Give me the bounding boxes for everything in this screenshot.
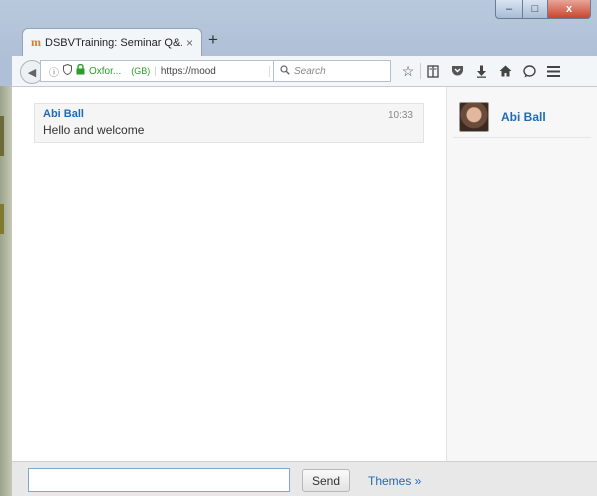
- chat-message: Abi Ball 10:33 Hello and welcome: [34, 103, 424, 143]
- edge-mark: [0, 116, 4, 156]
- message-author[interactable]: Abi Ball: [43, 108, 415, 120]
- background-window-edge: [0, 86, 12, 496]
- user-name[interactable]: Abi Ball: [501, 110, 546, 124]
- search-placeholder: Search: [294, 65, 326, 77]
- navigation-bar: ◀ ⓘ Oxfor... (GB) | https://mood C Searc…: [12, 56, 597, 87]
- search-icon: [280, 64, 290, 78]
- reading-list-icon[interactable]: [421, 60, 445, 82]
- info-icon[interactable]: ⓘ: [49, 64, 59, 79]
- chat-messages-area: Abi Ball 10:33 Hello and welcome: [12, 87, 446, 461]
- back-arrow-icon: ◀: [27, 66, 37, 79]
- lock-icon[interactable]: [76, 63, 85, 78]
- url-bar[interactable]: ⓘ Oxfor... (GB) | https://mood C: [40, 60, 290, 82]
- edge-mark: [0, 204, 4, 234]
- star-icon[interactable]: ☆: [396, 60, 420, 82]
- site-country: (GB): [131, 66, 151, 76]
- tab-title: DSBVTraining: Seminar Q&...: [45, 36, 182, 49]
- menu-icon[interactable]: [541, 60, 565, 82]
- message-input[interactable]: [28, 468, 290, 492]
- users-panel: Abi Ball: [447, 87, 597, 461]
- toolbar-icons: ☆: [396, 60, 565, 82]
- download-icon[interactable]: [469, 60, 493, 82]
- window-controls: – □ x: [495, 0, 591, 19]
- browser-window: – □ x m DSBVTraining: Seminar Q&... × + …: [0, 0, 597, 496]
- close-tab-icon[interactable]: ×: [186, 36, 193, 50]
- message-text: Hello and welcome: [43, 123, 145, 137]
- themes-link[interactable]: Themes »: [368, 474, 421, 488]
- url-text[interactable]: https://mood: [161, 66, 216, 77]
- minimize-button[interactable]: –: [495, 0, 523, 19]
- message-time: 10:33: [387, 110, 413, 121]
- browser-tab[interactable]: m DSBVTraining: Seminar Q&... ×: [22, 28, 202, 56]
- chat-icon[interactable]: [517, 60, 541, 82]
- site-organization: Oxfor...: [89, 65, 122, 77]
- maximize-button[interactable]: □: [523, 0, 548, 19]
- send-button[interactable]: Send: [302, 469, 350, 492]
- shield-icon[interactable]: [63, 63, 72, 78]
- home-icon[interactable]: [493, 60, 517, 82]
- page-content: Abi Ball 10:33 Hello and welcome Abi Bal…: [12, 87, 597, 461]
- close-window-button[interactable]: x: [548, 0, 591, 19]
- moodle-icon: m: [31, 35, 41, 49]
- new-tab-button[interactable]: +: [208, 30, 218, 50]
- search-bar[interactable]: Search: [273, 60, 391, 82]
- url-separator: |: [154, 65, 157, 77]
- user-list-item[interactable]: Abi Ball: [453, 97, 591, 138]
- avatar: [459, 102, 489, 132]
- message-compose-bar: Send Themes »: [12, 461, 597, 496]
- pocket-icon[interactable]: [445, 60, 469, 82]
